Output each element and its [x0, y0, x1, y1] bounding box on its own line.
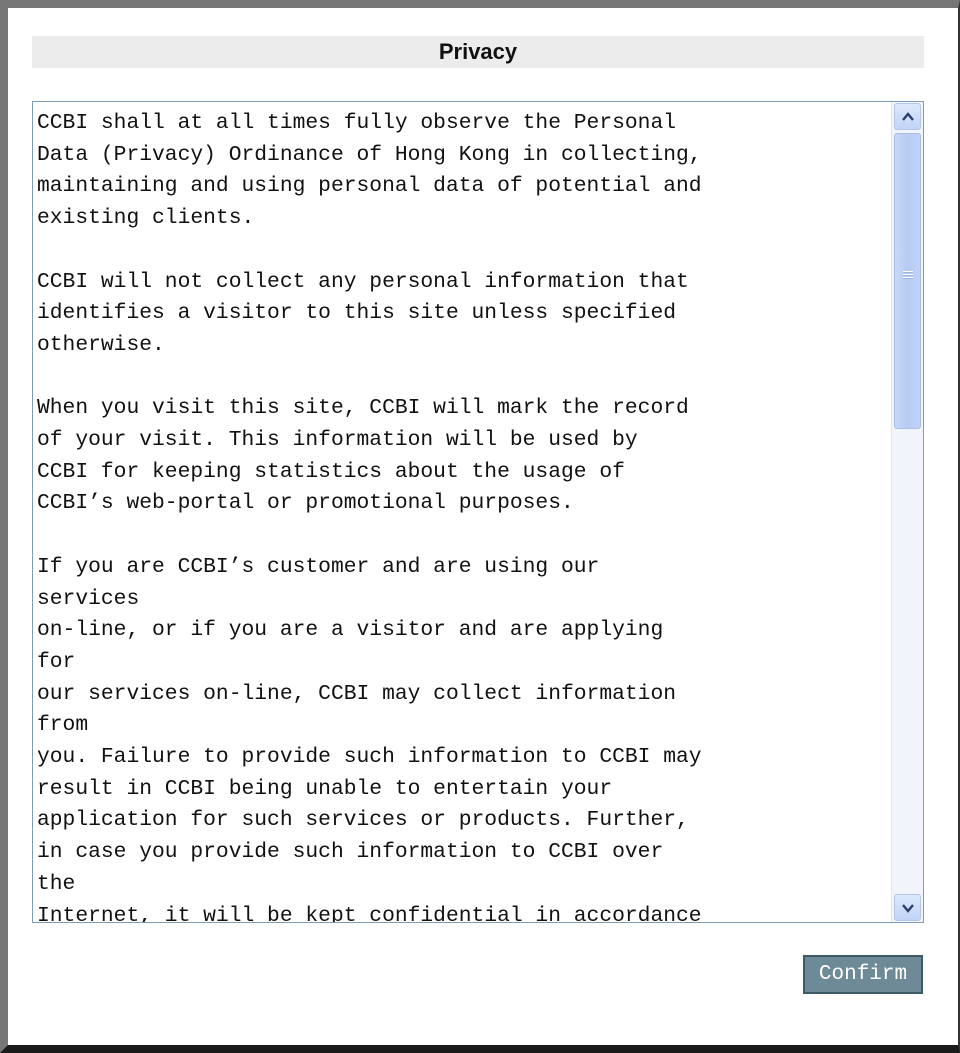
- privacy-text-line: of your visit. This information will be …: [37, 428, 638, 453]
- privacy-text-line: When you visit this site, CCBI will mark…: [37, 396, 689, 421]
- grip-icon: [903, 271, 913, 279]
- privacy-text-line: otherwise.: [37, 332, 165, 357]
- privacy-text-area[interactable]: CCBI shall at all times fully observe th…: [32, 101, 924, 923]
- privacy-text-line: services: [37, 586, 140, 611]
- confirm-button[interactable]: Confirm: [803, 955, 923, 994]
- privacy-text: CCBI shall at all times fully observe th…: [37, 108, 887, 923]
- privacy-text-line: our services on-line, CCBI may collect i…: [37, 681, 677, 706]
- privacy-text-line: If you are CCBI’s customer and are using…: [37, 554, 600, 579]
- privacy-text-line: existing clients.: [37, 206, 255, 231]
- arrow-up-icon: [902, 112, 914, 121]
- privacy-text-line: you. Failure to provide such information…: [37, 745, 702, 770]
- vertical-scrollbar[interactable]: [891, 102, 923, 922]
- privacy-text-line: maintaining and using personal data of p…: [37, 174, 702, 199]
- scrollbar-thumb[interactable]: [894, 133, 921, 429]
- arrow-down-icon: [902, 904, 914, 913]
- privacy-text-line: on-line, or if you are a visitor and are…: [37, 618, 664, 643]
- privacy-text-line: result in CCBI being unable to entertain…: [37, 776, 613, 801]
- privacy-text-line: identifies a visitor to this site unless…: [37, 301, 677, 326]
- privacy-text-line: Internet, it will be kept confidential i…: [37, 903, 702, 923]
- scroll-down-button[interactable]: [894, 894, 921, 921]
- privacy-text-line: CCBI’s web-portal or promotional purpose…: [37, 491, 574, 516]
- privacy-text-line: Data (Privacy) Ordinance of Hong Kong in…: [37, 142, 702, 167]
- privacy-text-line: the: [37, 871, 76, 896]
- privacy-text-line: CCBI shall at all times fully observe th…: [37, 111, 677, 135]
- privacy-text-line: application for such services or product…: [37, 808, 689, 833]
- privacy-text-line: from: [37, 713, 89, 738]
- privacy-text-line: in case you provide such information to …: [37, 840, 664, 865]
- privacy-text-line: CCBI will not collect any personal infor…: [37, 269, 689, 294]
- privacy-text-line: CCBI for keeping statistics about the us…: [37, 459, 625, 484]
- privacy-text-line: for: [37, 649, 76, 674]
- dialog-title: Privacy: [32, 36, 924, 68]
- scroll-up-button[interactable]: [894, 103, 921, 130]
